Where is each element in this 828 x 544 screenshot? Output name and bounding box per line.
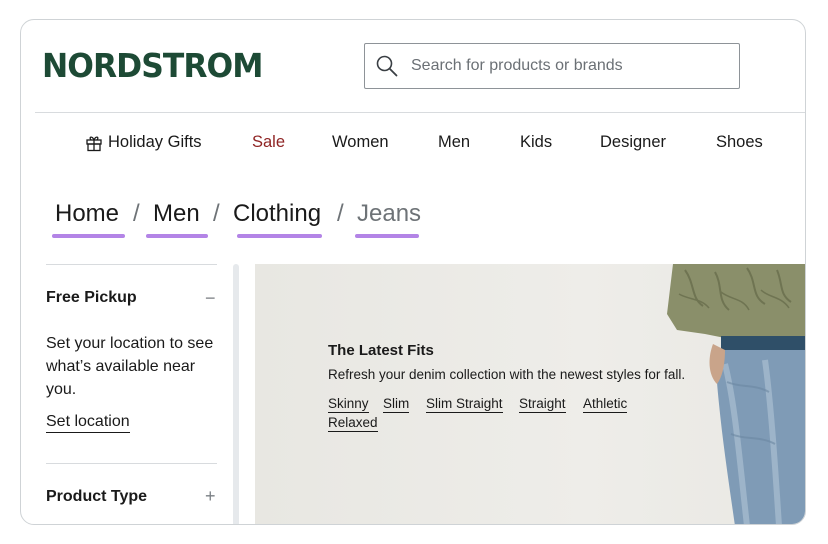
- nav-item-shoes[interactable]: Shoes: [716, 133, 763, 152]
- breadcrumb-clothing[interactable]: Clothing: [233, 200, 321, 228]
- breadcrumb-jeans: Jeans: [357, 200, 422, 227]
- breadcrumb-home[interactable]: Home: [55, 200, 119, 228]
- breadcrumb-men[interactable]: Men: [153, 200, 200, 228]
- hero-banner: The Latest Fits Refresh your denim colle…: [255, 264, 805, 524]
- fit-link-slim[interactable]: Slim: [383, 396, 410, 413]
- expand-icon[interactable]: +: [205, 487, 216, 505]
- fit-link-athletic[interactable]: Athletic: [583, 396, 628, 413]
- breadcrumb-separator: /: [213, 200, 220, 227]
- nav-item-holiday-gifts[interactable]: Holiday Gifts: [85, 133, 202, 152]
- breadcrumb-underline: [237, 234, 322, 238]
- nordstrom-logo[interactable]: NORDSTROM: [42, 46, 263, 85]
- fit-link-straight[interactable]: Straight: [519, 396, 566, 413]
- nav-item-designer[interactable]: Designer: [600, 133, 666, 152]
- search-input[interactable]: [409, 46, 739, 86]
- set-location-link[interactable]: Set location: [46, 413, 130, 433]
- fit-link-relaxed[interactable]: Relaxed: [328, 415, 378, 432]
- nav-item-women[interactable]: Women: [332, 133, 389, 152]
- sidebar-divider: [46, 264, 217, 265]
- sidebar-scrollbar[interactable]: [233, 264, 239, 524]
- breadcrumb-separator: /: [133, 200, 140, 227]
- breadcrumb-underline: [146, 234, 208, 238]
- hero-title: The Latest Fits: [328, 342, 434, 359]
- nav-item-sale[interactable]: Sale: [252, 133, 285, 152]
- product-type-title[interactable]: Product Type: [46, 488, 147, 506]
- search-bar[interactable]: [364, 43, 740, 89]
- nav-item-kids[interactable]: Kids: [520, 133, 552, 152]
- free-pickup-title[interactable]: Free Pickup: [46, 289, 137, 307]
- main-nav: Holiday Gifts Sale Women Men Kids Design…: [21, 133, 805, 157]
- hero-subtitle: Refresh your denim collection with the n…: [328, 367, 686, 382]
- breadcrumb-underline: [355, 234, 419, 238]
- breadcrumb-separator: /: [337, 200, 344, 227]
- fit-link-skinny[interactable]: Skinny: [328, 396, 369, 413]
- nav-item-men[interactable]: Men: [438, 133, 470, 152]
- page-card: NORDSTROM Holiday Gifts Sale Women: [20, 19, 806, 525]
- header-divider: [35, 112, 805, 113]
- sidebar-divider: [46, 463, 217, 464]
- nav-label: Holiday Gifts: [108, 133, 202, 151]
- collapse-icon[interactable]: −: [205, 289, 216, 307]
- search-icon[interactable]: [365, 44, 409, 88]
- model-photo: [667, 264, 805, 524]
- breadcrumb-underline: [52, 234, 125, 238]
- gift-icon: [85, 134, 103, 152]
- free-pickup-description: Set your location to see what’s availabl…: [46, 335, 214, 398]
- fit-link-slim-straight[interactable]: Slim Straight: [426, 396, 503, 413]
